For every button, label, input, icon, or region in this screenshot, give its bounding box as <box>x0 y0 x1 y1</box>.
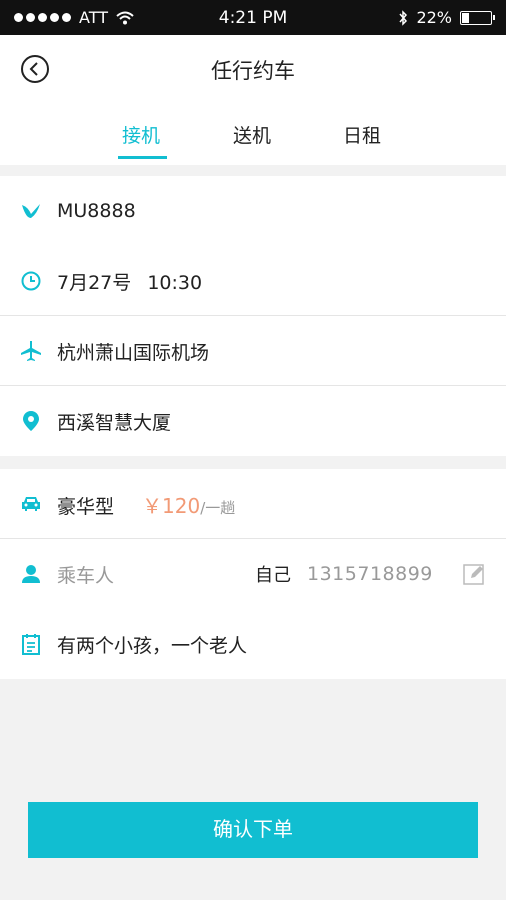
destination-location: 西溪智慧大厦 <box>57 411 172 434</box>
passenger-note: 有两个小孩，一个老人 <box>57 634 248 657</box>
bird-icon <box>22 204 40 218</box>
location-pin-icon <box>23 411 39 431</box>
order-section: 豪华型 ￥120/一趟 乘车人 自己 1315718899 有两个小孩，一个老人 <box>0 469 506 679</box>
passenger-phone: 1315718899 <box>307 563 433 585</box>
pickup-time: 10:30 <box>147 271 203 294</box>
airplane-icon <box>21 341 41 361</box>
status-bar: ATT 4:21 PM 22% <box>0 0 506 35</box>
tab-dropoff[interactable]: 送机 <box>233 121 271 148</box>
clock-icon <box>21 271 41 291</box>
edit-icon[interactable] <box>463 563 485 585</box>
departure-location: 杭州萧山国际机场 <box>57 341 210 364</box>
status-bar-right: 22% <box>398 8 495 27</box>
passenger-label: 乘车人 <box>57 564 115 587</box>
bluetooth-icon <box>399 9 408 26</box>
price-unit: /一趟 <box>200 498 236 517</box>
destination-row[interactable]: 西溪智慧大厦 <box>0 386 506 456</box>
price: ￥120 <box>142 493 201 518</box>
person-icon <box>22 565 40 583</box>
pickup-date: 7月27号 <box>57 271 132 294</box>
car-type-info: 豪华型 ￥120/一趟 <box>57 490 235 519</box>
page-title: 任行约车 <box>211 59 295 83</box>
tab-bar: 接机 送机 日租 <box>0 115 506 165</box>
confirm-order-button[interactable]: 确认下单 <box>28 802 478 858</box>
nav-bar: 任行约车 接机 送机 日租 <box>0 35 506 165</box>
note-row[interactable]: 有两个小孩，一个老人 <box>0 609 506 679</box>
car-icon <box>22 497 40 511</box>
battery-percent: 22% <box>416 8 452 27</box>
battery-icon <box>460 10 495 25</box>
active-tab-indicator <box>118 156 167 159</box>
tab-daily-rental[interactable]: 日租 <box>343 121 381 148</box>
tab-pickup[interactable]: 接机 <box>122 121 160 148</box>
notepad-icon <box>22 634 40 655</box>
car-type: 豪华型 <box>57 495 115 518</box>
pickup-datetime: 7月27号 10:30 <box>57 268 202 295</box>
trip-section: MU8888 7月27号 10:30 杭州萧山国际机场 西溪智慧大厦 <box>0 176 506 456</box>
car-type-row[interactable]: 豪华型 ￥120/一趟 <box>0 469 506 539</box>
datetime-row[interactable]: 7月27号 10:30 <box>0 246 506 316</box>
departure-row[interactable]: 杭州萧山国际机场 <box>0 316 506 386</box>
passenger-name: 自己 <box>255 565 291 586</box>
flight-number: MU8888 <box>57 200 136 222</box>
passenger-row[interactable]: 乘车人 自己 1315718899 <box>0 539 506 609</box>
flight-row[interactable]: MU8888 <box>0 176 506 246</box>
